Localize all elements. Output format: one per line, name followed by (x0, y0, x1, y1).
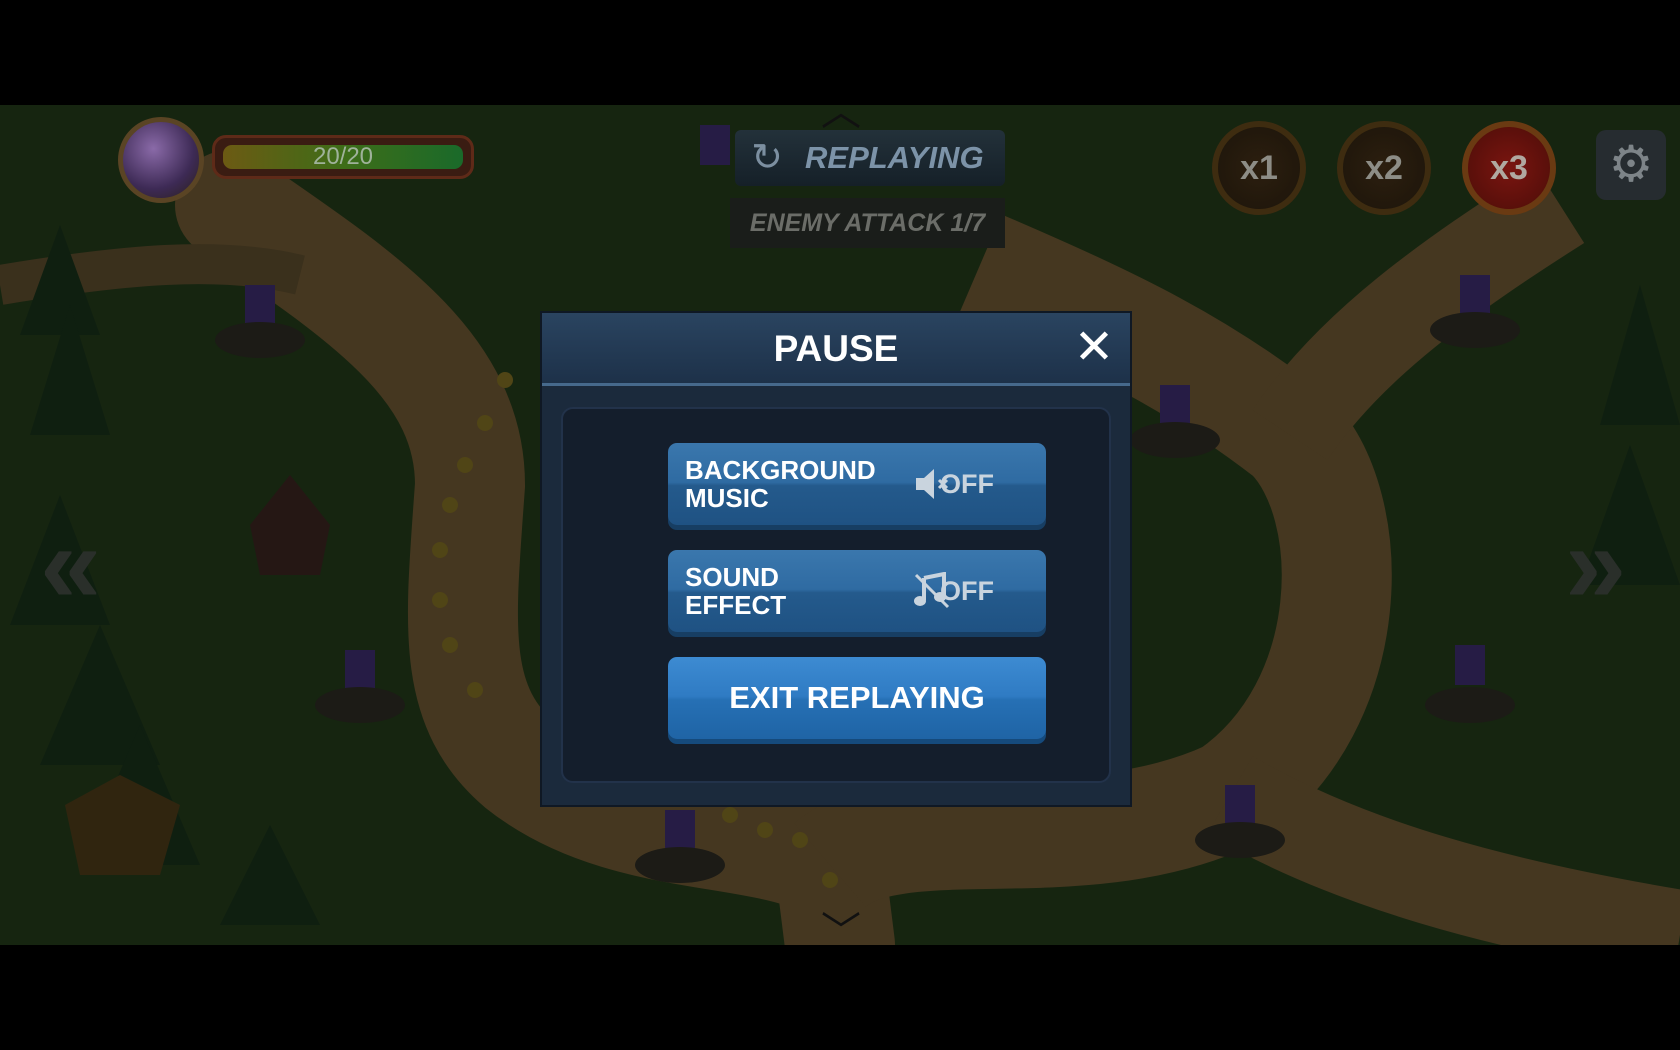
sound-effect-toggle[interactable]: SOUND EFFECT OFF (668, 550, 1046, 632)
dialog-panel: BACKGROUND MUSIC OFF SOUND EFFECT OFF EX… (561, 407, 1111, 783)
close-icon[interactable]: ✕ (1069, 324, 1119, 372)
speed-x1-button[interactable]: x1 (1212, 121, 1306, 215)
replay-icon: ↻ (751, 137, 783, 179)
sound-state: OFF (940, 576, 994, 606)
scroll-left-icon[interactable]: « (40, 510, 101, 620)
health-text: 20/20 (312, 143, 374, 170)
replaying-label: REPLAYING (805, 140, 984, 175)
gear-icon[interactable]: ⚙ (1596, 130, 1666, 200)
speed-x3-button[interactable]: x3 (1462, 121, 1556, 215)
exit-replaying-button[interactable]: EXIT REPLAYING (668, 657, 1046, 739)
music-state: OFF (940, 469, 994, 499)
scroll-right-icon[interactable]: » (1565, 510, 1626, 620)
castle-health-bar: 20/20 (212, 135, 474, 179)
replaying-banner: ↻ REPLAYING (735, 130, 1005, 186)
dialog-title: PAUSE (773, 328, 899, 369)
enemy-attack-counter: ENEMY ATTACK 1/7 (730, 198, 1005, 248)
background-music-toggle[interactable]: BACKGROUND MUSIC OFF (668, 443, 1046, 525)
castle-icon (118, 117, 204, 203)
exit-replaying-label: EXIT REPLAYING (729, 680, 985, 715)
chevron-up-icon[interactable]: ︿ (806, 105, 876, 132)
music-label-line1: BACKGROUND (685, 455, 876, 485)
chevron-down-icon[interactable]: ﹀ (806, 912, 876, 945)
pause-dialog: PAUSE ✕ BACKGROUND MUSIC OFF SOUND EFFEC… (542, 313, 1130, 805)
music-label-line2: MUSIC (685, 483, 769, 513)
speed-x2-button[interactable]: x2 (1337, 121, 1431, 215)
dialog-header: PAUSE ✕ (542, 313, 1130, 386)
sound-label-line1: SOUND (685, 562, 779, 592)
sound-label-line2: EFFECT (685, 590, 787, 620)
